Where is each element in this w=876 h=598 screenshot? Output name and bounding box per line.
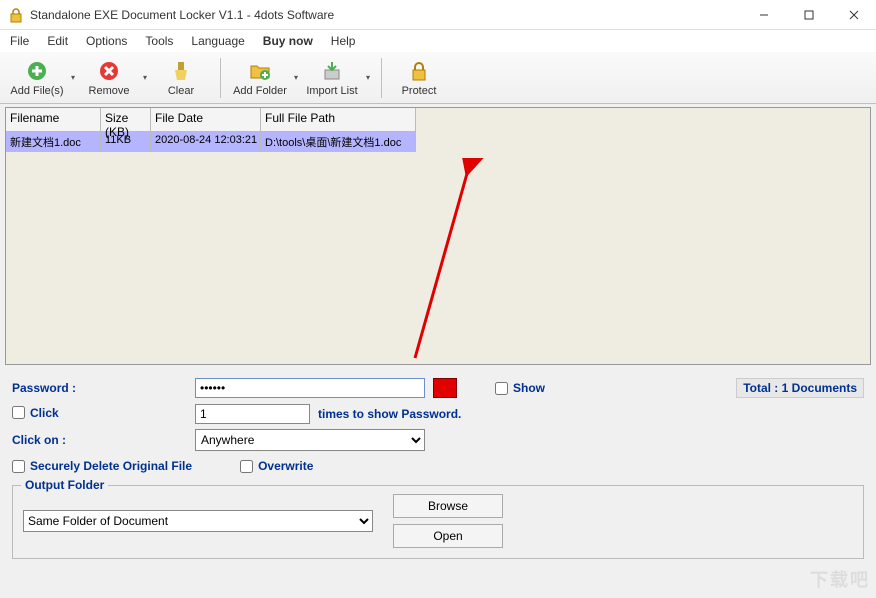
overwrite-checkbox[interactable]: Overwrite bbox=[240, 459, 313, 473]
clear-icon bbox=[169, 59, 193, 83]
menu-edit[interactable]: Edit bbox=[47, 34, 68, 48]
show-checkbox[interactable]: Show bbox=[495, 381, 545, 395]
browse-button[interactable]: Browse bbox=[393, 494, 503, 518]
cell-path: D:\tools\桌面\新建文档1.doc bbox=[261, 132, 416, 152]
password-label: Password : bbox=[12, 381, 187, 395]
menu-help[interactable]: Help bbox=[331, 34, 356, 48]
secure-delete-checkbox[interactable]: Securely Delete Original File bbox=[12, 459, 192, 473]
add-icon bbox=[25, 59, 49, 83]
import-icon bbox=[320, 59, 344, 83]
output-legend: Output Folder bbox=[21, 478, 108, 492]
menu-buynow[interactable]: Buy now bbox=[263, 34, 313, 48]
file-row[interactable]: 新建文档1.doc 11KB 2020-08-24 12:03:21 D:\to… bbox=[6, 132, 416, 152]
strength-indicator bbox=[433, 378, 457, 398]
remove-dropdown[interactable]: ▾ bbox=[140, 73, 150, 82]
separator bbox=[381, 58, 382, 98]
click-suffix: times to show Password. bbox=[318, 407, 461, 421]
col-filename[interactable]: Filename bbox=[6, 108, 101, 131]
cell-filename: 新建文档1.doc bbox=[6, 132, 101, 152]
clickon-label: Click on : bbox=[12, 433, 187, 447]
add-file-button[interactable]: Add File(s) bbox=[6, 54, 68, 102]
output-folder-select[interactable]: Same Folder of Document bbox=[23, 510, 373, 532]
menu-language[interactable]: Language bbox=[191, 34, 244, 48]
remove-button[interactable]: Remove bbox=[78, 54, 140, 102]
app-icon bbox=[8, 7, 24, 23]
col-size[interactable]: Size (KB) bbox=[101, 108, 151, 131]
click-count-input[interactable] bbox=[195, 404, 310, 424]
folder-add-icon bbox=[248, 59, 272, 83]
password-input[interactable] bbox=[195, 378, 425, 398]
col-date[interactable]: File Date bbox=[151, 108, 261, 131]
import-list-button[interactable]: Import List bbox=[301, 54, 363, 102]
add-folder-button[interactable]: Add Folder bbox=[229, 54, 291, 102]
file-list[interactable]: Filename Size (KB) File Date Full File P… bbox=[5, 107, 871, 365]
minimize-button[interactable] bbox=[741, 0, 786, 30]
protect-button[interactable]: Protect bbox=[390, 54, 448, 102]
menu-options[interactable]: Options bbox=[86, 34, 127, 48]
window-title: Standalone EXE Document Locker V1.1 - 4d… bbox=[30, 8, 741, 22]
menu-file[interactable]: File bbox=[10, 34, 29, 48]
annotation-arrow bbox=[410, 158, 490, 368]
clickon-select[interactable]: Anywhere bbox=[195, 429, 425, 451]
col-path[interactable]: Full File Path bbox=[261, 108, 416, 131]
separator bbox=[220, 58, 221, 98]
open-button[interactable]: Open bbox=[393, 524, 503, 548]
cell-date: 2020-08-24 12:03:21 bbox=[151, 132, 261, 152]
import-dropdown[interactable]: ▾ bbox=[363, 73, 373, 82]
total-count: Total : 1 Documents bbox=[736, 378, 864, 398]
clear-button[interactable]: Clear bbox=[150, 54, 212, 102]
watermark: 下载吧 bbox=[810, 566, 870, 592]
add-dropdown[interactable]: ▾ bbox=[68, 73, 78, 82]
menu-tools[interactable]: Tools bbox=[145, 34, 173, 48]
addfolder-dropdown[interactable]: ▾ bbox=[291, 73, 301, 82]
click-checkbox[interactable]: Click bbox=[12, 406, 59, 420]
output-folder-group: Output Folder Same Folder of Document Br… bbox=[12, 485, 864, 559]
maximize-button[interactable] bbox=[786, 0, 831, 30]
close-button[interactable] bbox=[831, 0, 876, 30]
lock-icon bbox=[407, 59, 431, 83]
remove-icon bbox=[97, 59, 121, 83]
cell-size: 11KB bbox=[101, 132, 151, 152]
